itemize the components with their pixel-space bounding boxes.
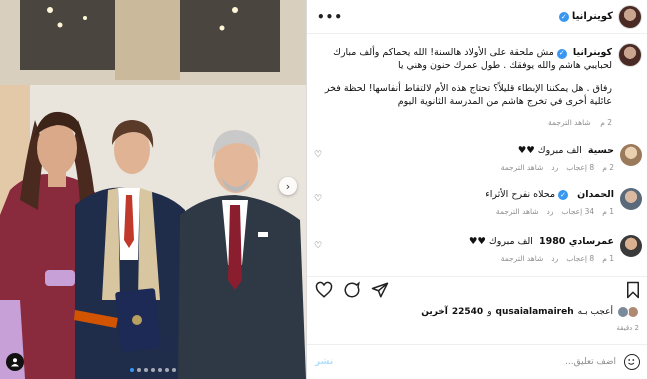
comment-item: الحمدان ✓ محلاه نفرح الأثراء 1 م 34 إعجا… — [307, 182, 647, 226]
comment-text: حسية الف مبروك ♥♥ — [344, 145, 614, 156]
verified-badge-icon: ✓ — [558, 11, 569, 22]
reply-link[interactable]: رد — [551, 163, 558, 172]
ellipsis-icon[interactable]: ••• — [313, 10, 343, 24]
carousel-dot — [165, 368, 169, 372]
comment-username[interactable]: عمرسادي 1980 — [539, 236, 614, 247]
likes-prefix: أعجب بـه — [577, 307, 613, 317]
comment-bubble-icon[interactable] — [343, 281, 361, 299]
comment-item: عمرسادي 1980 الف مبروك ♥♥ 1 م 8 إعجاب رد… — [307, 229, 647, 273]
see-translation-link[interactable]: شاهد الترجمة — [496, 207, 539, 216]
likes-count[interactable]: 22540 — [452, 307, 483, 317]
chevron-right-icon: › — [285, 179, 291, 193]
carousel-dot — [137, 368, 141, 372]
caption-avatar[interactable] — [618, 43, 642, 67]
carousel-dot — [130, 368, 134, 372]
add-comment-bar: نشر — [307, 344, 647, 379]
comment-like-heart-icon[interactable]: ♡ — [314, 241, 322, 251]
see-translation-link[interactable]: شاهد الترجمة — [501, 163, 544, 172]
comment-likes[interactable]: 34 إعجاب — [562, 207, 595, 216]
comment-age: 1 م — [602, 207, 614, 216]
comment-avatar[interactable] — [620, 188, 642, 210]
carousel-next-button[interactable]: › — [279, 177, 297, 195]
carousel-dot — [158, 368, 162, 372]
bookmark-icon[interactable] — [625, 281, 641, 299]
comment-username[interactable]: الحمدان — [577, 189, 614, 200]
comment-username[interactable]: حسية — [588, 145, 614, 156]
post-comment-button[interactable]: نشر — [315, 357, 333, 367]
caption-line-2: رفاق . هل يمكننا الإبطاء قليلاً؟ تحتاج ه… — [324, 83, 612, 107]
caption-text: كوينرانيا ✓ مش ملحقة على الأولاد هالسنة!… — [316, 46, 612, 129]
likes-middle: و — [487, 307, 492, 317]
comment-likes[interactable]: 8 إعجاب — [566, 163, 594, 172]
carousel-dot — [172, 368, 176, 372]
smiley-face-icon — [628, 359, 635, 365]
share-send-icon[interactable] — [371, 281, 389, 299]
post-actions — [307, 276, 647, 306]
avatar[interactable] — [618, 4, 642, 29]
caption-meta: 2 م شاهد الترجمة — [316, 116, 612, 129]
caption-username[interactable]: كوينرانيا — [573, 47, 612, 58]
comment-like-heart-icon[interactable]: ♡ — [314, 194, 322, 204]
reply-link[interactable]: رد — [547, 207, 554, 216]
post-time-ago: 2 دقيقة — [616, 324, 639, 332]
comment-body: الف مبروك ♥♥ — [468, 236, 533, 247]
post-side-panel: كوينرانيا ✓ ••• كوينرانيا ✓ مش ملحقة على… — [306, 0, 647, 379]
comment-text: عمرسادي 1980 الف مبروك ♥♥ — [344, 236, 614, 247]
comment-avatar[interactable] — [620, 144, 642, 166]
emoji-icon[interactable] — [624, 354, 640, 370]
see-translation-link[interactable]: شاهد الترجمة — [501, 254, 544, 263]
add-comment-input[interactable] — [333, 357, 616, 367]
caption-age: 2 م — [600, 118, 612, 127]
person-icon — [11, 358, 19, 367]
comment-meta: 2 م 8 إعجاب رد شاهد الترجمة — [501, 163, 614, 172]
verified-badge-icon: ✓ — [556, 48, 567, 59]
post-header: كوينرانيا ✓ ••• — [307, 0, 647, 34]
comment-body: محلاه نفرح الأثراء — [485, 189, 556, 200]
comment-like-heart-icon[interactable]: ♡ — [314, 150, 322, 160]
liker-username[interactable]: qusaialamaireh — [496, 307, 574, 317]
carousel-dot — [144, 368, 148, 372]
liker-avatar — [617, 306, 629, 318]
caption-line-1: مش ملحقة على الأولاد هالسنة! الله يحماكم… — [333, 47, 612, 71]
carousel-dot — [151, 368, 155, 372]
family-photo-image — [0, 0, 306, 379]
see-translation-link[interactable]: شاهد الترجمة — [548, 118, 591, 127]
post-username[interactable]: كوينرانيا — [572, 11, 613, 22]
likes-summary[interactable]: أعجب بـه qusaialamaireh و 22540 آخرين — [421, 306, 639, 318]
comment-age: 1 م — [602, 254, 614, 263]
like-heart-icon[interactable] — [315, 281, 333, 299]
likes-suffix[interactable]: آخرين — [421, 307, 448, 317]
comment-text: الحمدان ✓ محلاه نفرح الأثراء — [344, 189, 614, 200]
comment-meta: 1 م 8 إعجاب رد شاهد الترجمة — [501, 254, 614, 263]
comment-likes[interactable]: 8 إعجاب — [566, 254, 594, 263]
comment-age: 2 م — [602, 163, 614, 172]
carousel-indicator — [0, 368, 306, 372]
comment-avatar[interactable] — [620, 235, 642, 257]
comment-body: الف مبروك ♥♥ — [517, 145, 582, 156]
comment-meta: 1 م 34 إعجاب رد شاهد الترجمة — [496, 207, 614, 216]
reply-link[interactable]: رد — [551, 254, 558, 263]
post-photo[interactable]: › — [0, 0, 306, 379]
comment-item: حسية الف مبروك ♥♥ 2 م 8 إعجاب رد شاهد ال… — [307, 138, 647, 182]
post-caption: كوينرانيا ✓ مش ملحقة على الأولاد هالسنة!… — [307, 36, 647, 127]
verified-badge-icon: ✓ — [558, 190, 569, 200]
